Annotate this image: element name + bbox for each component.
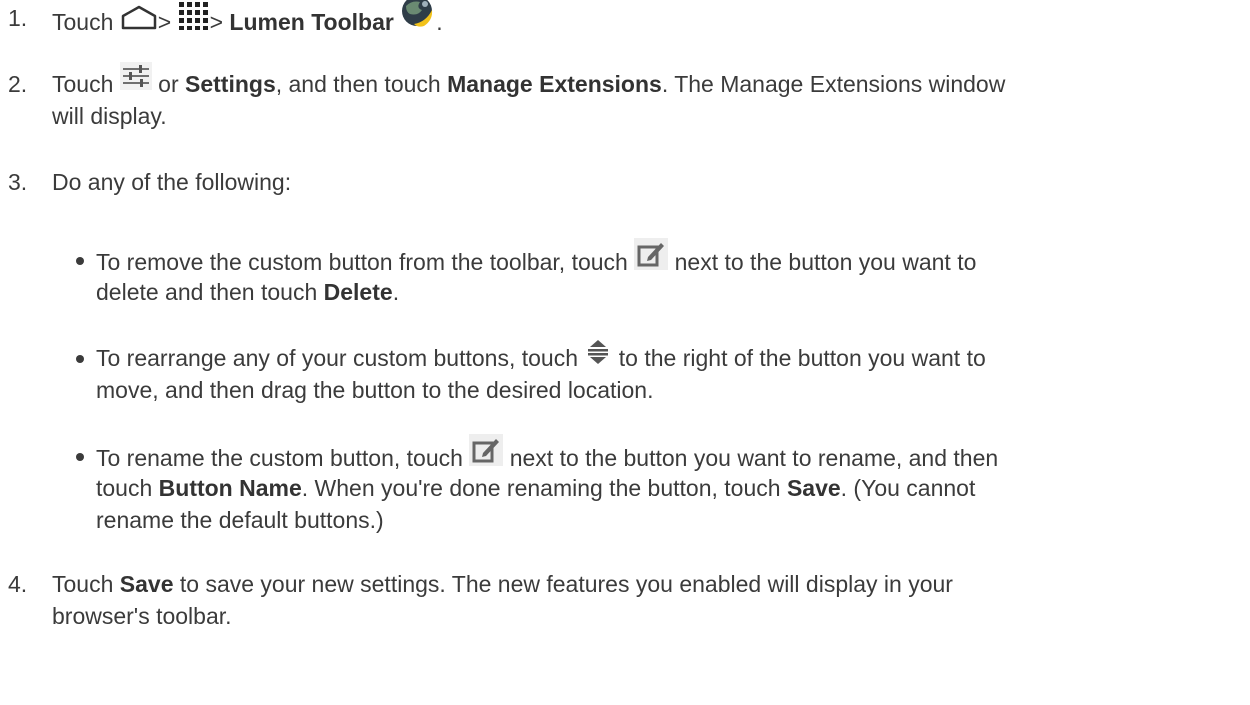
text-run: . When you're done renaming the button, … <box>301 475 781 501</box>
text-run: will display. <box>52 103 167 129</box>
text-run: . <box>392 279 400 305</box>
menu-item-lumen-toolbar: Lumen Toolbar <box>229 9 394 36</box>
action-save: Save <box>786 475 841 501</box>
action-button-name: Button Name <box>158 475 302 501</box>
text-run: rename the default buttons.) <box>96 507 384 533</box>
action-delete: Delete <box>323 279 393 305</box>
text-run: . The Manage Extensions window <box>661 71 1006 98</box>
text-run: > <box>157 9 172 36</box>
bullet-dot <box>76 355 84 363</box>
edit-icon <box>634 238 669 278</box>
bullet-rename-continued-2: rename the default buttons.) <box>96 504 384 536</box>
edit-icon <box>469 434 504 474</box>
text-run: to the right of the button you want to <box>618 345 986 372</box>
text-run: To rename the custom button, touch <box>96 445 463 472</box>
bullet-rename-continued: touch Button Name. When you're done rena… <box>96 472 975 504</box>
text-run: or <box>158 71 179 98</box>
text-run: To remove the custom button from the too… <box>96 249 628 276</box>
text-run: move, and then drag the button to the de… <box>96 377 654 403</box>
step-number: 4. <box>8 571 28 597</box>
text-run: . <box>436 9 443 36</box>
text-run: Touch <box>52 9 114 36</box>
text-run: . (You cannot <box>840 475 976 501</box>
reorder-icon <box>584 338 612 374</box>
text-run: touch <box>96 475 153 501</box>
text-run: next to the button you want to rename, a… <box>509 445 999 472</box>
text-run: delete and then touch <box>96 279 318 305</box>
bullet-remove-continued: delete and then touch Delete. <box>96 276 399 308</box>
menu-item-settings: Settings <box>185 71 276 98</box>
step-2-continued: will display. <box>52 100 167 132</box>
step-4-continued: browser's toolbar. <box>52 600 232 632</box>
bullet-dot <box>76 453 84 461</box>
lumen-toolbar-icon <box>400 0 436 38</box>
bullet-dot <box>76 257 84 265</box>
text-run: Touch <box>52 71 114 98</box>
text-run: To rearrange any of your custom buttons,… <box>96 345 578 372</box>
step-text: Touch or Settings, and then touch Manage… <box>52 62 1006 104</box>
bullet-text: To rearrange any of your custom buttons,… <box>96 340 986 378</box>
apps-grid-icon <box>178 1 210 39</box>
text-run: next to the button you want to <box>674 249 977 276</box>
text-run: > <box>209 9 224 36</box>
text-run: , and then touch <box>275 71 441 98</box>
step-text: Do any of the following: <box>52 169 292 195</box>
step-number: 1. <box>8 5 28 31</box>
step-number: 2. <box>8 71 28 97</box>
settings-sliders-icon <box>119 62 152 98</box>
action-save: Save <box>119 571 174 597</box>
home-icon <box>120 4 158 38</box>
text-run: Touch <box>52 571 114 597</box>
menu-item-manage-extensions: Manage Extensions <box>447 71 662 98</box>
step-text: Touch > > Lumen Toolbar . <box>52 0 443 46</box>
step-number: 3. <box>8 169 28 195</box>
text-run: to save your new settings. The new featu… <box>179 571 953 597</box>
text-run: browser's toolbar. <box>52 603 232 629</box>
step-text: Touch Save to save your new settings. Th… <box>52 568 953 600</box>
bullet-rearrange-continued: move, and then drag the button to the de… <box>96 374 654 406</box>
